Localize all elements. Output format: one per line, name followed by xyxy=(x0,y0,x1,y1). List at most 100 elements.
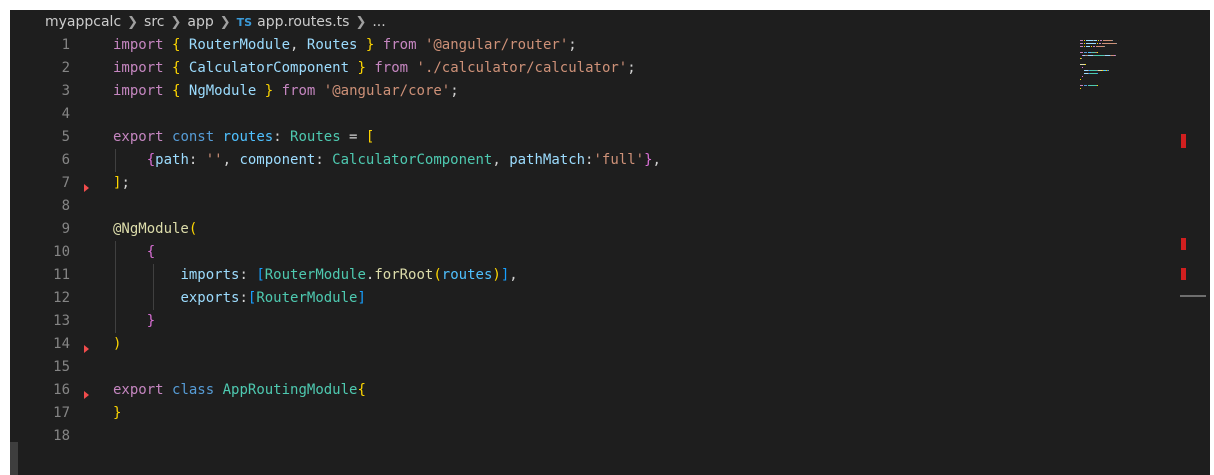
indent-guide xyxy=(153,264,154,310)
activity-indicator xyxy=(10,442,18,475)
code-line[interactable]: 7]; xyxy=(10,172,1170,195)
minimap-stroke xyxy=(1098,40,1099,41)
code-token: Routes xyxy=(306,37,358,53)
code-token: '@angular/router' xyxy=(424,37,569,53)
code-token: pathMatch xyxy=(509,152,586,168)
error-glyph-icon[interactable] xyxy=(84,184,89,192)
breadcrumb-item-src[interactable]: src xyxy=(144,14,164,30)
code-token: ) xyxy=(492,267,501,283)
line-number: 5 xyxy=(61,129,70,145)
error-glyph-icon[interactable] xyxy=(84,391,89,399)
line-number: 14 xyxy=(53,336,70,352)
code-line[interactable]: 9 @NgModule( xyxy=(10,218,1170,241)
code-token: component xyxy=(239,152,316,168)
vertical-scrollbar[interactable] xyxy=(1176,10,1210,475)
code-token: RouterModule xyxy=(256,290,358,306)
line-number: 4 xyxy=(61,106,70,122)
code-token: [ xyxy=(256,267,265,283)
code-token: Routes xyxy=(290,129,341,145)
minimap-stroke xyxy=(1080,85,1083,86)
minimap-stroke xyxy=(1099,43,1101,44)
minimap-stroke xyxy=(1086,40,1093,41)
code-token: { xyxy=(146,244,156,260)
minimap-stroke xyxy=(1080,88,1081,89)
code-line[interactable]: 3 import { NgModule } from '@angular/core… xyxy=(10,80,1170,103)
code-line[interactable]: 13 } xyxy=(10,310,1170,333)
code-line[interactable]: 18 xyxy=(10,425,1170,448)
breadcrumb-item-file[interactable]: app.routes.ts xyxy=(257,14,349,30)
code-token: ; xyxy=(450,83,459,99)
code-token: { xyxy=(357,382,366,398)
minimap-stroke xyxy=(1084,40,1085,41)
code-token: , xyxy=(509,267,518,283)
minimap[interactable] xyxy=(1080,40,1175,100)
minimap-stroke xyxy=(1086,43,1096,44)
error-glyph-icon[interactable] xyxy=(84,345,89,353)
minimap-stroke xyxy=(1085,64,1086,65)
line-number: 15 xyxy=(53,359,70,375)
code-line[interactable]: 14) xyxy=(10,333,1170,356)
code-area[interactable]: 1 import { RouterModule, Routes } from '@… xyxy=(10,34,1170,448)
code-token: : xyxy=(239,267,257,283)
code-line[interactable]: 17} xyxy=(10,402,1170,425)
line-number: 8 xyxy=(61,198,70,214)
code-line[interactable]: 16 export class AppRoutingModule{ xyxy=(10,379,1170,402)
minimap-stroke xyxy=(1097,85,1098,86)
code-token: '' xyxy=(205,152,223,168)
code-token: './calculator/calculator' xyxy=(416,60,628,76)
minimap-stroke xyxy=(1104,46,1105,47)
minimap-stroke xyxy=(1084,43,1085,44)
minimap-stroke xyxy=(1090,73,1097,74)
code-line[interactable]: 11 imports: [RouterModule.forRoot(routes… xyxy=(10,264,1170,287)
line-number: 9 xyxy=(61,221,70,237)
code-line[interactable]: 10 { xyxy=(10,241,1170,264)
code-token: import xyxy=(113,60,164,76)
breadcrumb-item-symbols[interactable]: ... xyxy=(372,14,385,30)
line-number: 16 xyxy=(53,382,70,398)
code-token: CalculatorComponent xyxy=(188,60,350,76)
scrollbar-cursor-position xyxy=(1180,295,1206,297)
code-token: class xyxy=(172,382,215,398)
typescript-file-icon: TS xyxy=(236,15,253,29)
code-text: ]; xyxy=(113,172,130,195)
code-line[interactable]: 12 exports:[RouterModule] xyxy=(10,287,1170,310)
code-token: export xyxy=(113,129,164,145)
code-line[interactable]: 6 {path: '', component: CalculatorCompon… xyxy=(10,149,1170,172)
code-token: } xyxy=(264,83,274,99)
code-line[interactable]: 1 import { RouterModule, Routes } from '@… xyxy=(10,34,1170,57)
code-line[interactable]: 8 xyxy=(10,195,1170,218)
breadcrumb-item-project[interactable]: myappcalc xyxy=(45,14,121,30)
code-line[interactable]: 4 xyxy=(10,103,1170,126)
indent-guide xyxy=(115,149,116,172)
code-token: RouterModule xyxy=(264,267,366,283)
code-editor[interactable]: myappcalc ❯ src ❯ app ❯ TS app.routes.ts… xyxy=(10,10,1210,475)
code-line[interactable]: 5 export const routes: Routes = [ xyxy=(10,126,1170,149)
minimap-stroke xyxy=(1084,46,1085,47)
minimap-stroke xyxy=(1097,73,1098,74)
minimap-stroke xyxy=(1086,46,1090,47)
breadcrumb-item-app[interactable]: app xyxy=(187,14,213,30)
line-number: 18 xyxy=(53,428,70,444)
code-token: ; xyxy=(568,37,577,53)
chevron-right-icon: ❯ xyxy=(219,14,231,30)
code-text: } xyxy=(113,310,155,333)
line-number: 2 xyxy=(61,60,70,76)
breadcrumb: myappcalc ❯ src ❯ app ❯ TS app.routes.ts… xyxy=(10,10,1095,34)
code-line[interactable]: 2 import { CalculatorComponent } from './… xyxy=(10,57,1170,80)
code-line[interactable]: 15 xyxy=(10,356,1170,379)
code-token: , xyxy=(290,37,307,53)
scrollbar-error-marker xyxy=(1181,134,1186,148)
